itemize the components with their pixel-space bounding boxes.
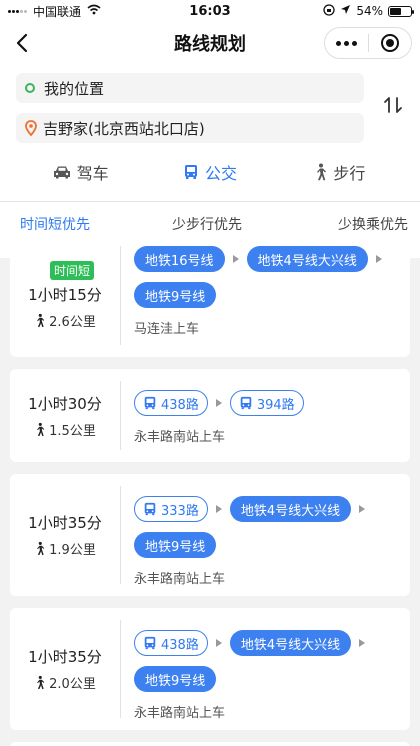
arrow-right-icon [215,399,222,407]
miniprogram-capsule [324,27,412,59]
fastest-badge: 时间短 [49,261,94,280]
carrier-label: 中国联通 [33,4,82,19]
destination-text: 吉野家(北京西站北口店) [43,119,205,138]
bus-icon [144,502,156,516]
swap-button[interactable] [382,94,404,116]
walk-icon [37,541,45,556]
tab-walk[interactable]: 步行 [275,160,404,184]
route-card[interactable]: 1小时30分 1.5公里 438路 394路 永丰路南站上车 [10,369,410,462]
walk-icon [37,313,45,328]
line-chip-subway: 地铁9号线 [134,532,217,558]
arrow-right-icon [215,505,222,513]
walk-distance-text: 2.6公里 [49,315,96,330]
battery-percent: 54% [356,4,383,18]
arrow-right-icon [215,639,222,647]
origin-text: 我的位置 [44,79,105,98]
status-bar: 中国联通 16:03 54% [0,0,420,22]
wifi-icon [87,4,101,18]
signal-icon [8,9,27,13]
tab-drive[interactable]: 驾车 [16,160,145,184]
route-duration: 1小时30分 [28,394,102,413]
line-chip-bus: 438路 [134,630,208,656]
route-search-panel: 我的位置 吉野家(北京西站北口店) 驾车 公交 步行 时间短优先 少步行优先 少… [0,64,420,258]
walk-distance: 1.5公里 [34,420,96,439]
line-chip-subway: 地铁4号线大兴线 [229,496,352,522]
walk-distance-text: 1.9公里 [49,543,96,558]
bus-icon [240,396,252,410]
bus-icon [184,165,197,179]
destination-field[interactable]: 吉野家(北京西站北口店) [16,113,364,143]
route-duration: 1小时15分 [28,286,102,304]
target-icon [380,34,399,52]
bus-icon [144,636,156,650]
line-chip-bus: 438路 [134,390,208,416]
swap-icon [384,97,402,113]
route-card[interactable]: 1小时35分 1.9公里 333路 地铁4号线大兴线 地铁9号线 永丰路南站上车 [10,474,410,596]
close-miniprogram-button[interactable] [369,28,412,58]
route-card[interactable]: 1小时35分 2.0公里 438路 地铁4号线大兴线 地铁9号线 永丰路南站上车 [10,608,410,730]
arrow-right-icon [359,639,366,647]
car-icon [53,166,70,179]
pref-fastest[interactable]: 时间短优先 [20,214,90,234]
boarding-station: 马连洼上车 [134,322,200,337]
battery-icon [388,5,414,17]
line-chip-subway: 地铁4号线大兴线 [246,246,368,272]
route-card[interactable]: 时间短 1小时15分 2.6公里 地铁16号线 地铁4号线大兴线 地铁9号线 马… [10,234,410,357]
walk-distance-text: 2.0公里 [49,677,96,692]
pref-less-walking[interactable]: 少步行优先 [172,214,242,234]
walk-distance: 1.9公里 [34,539,96,558]
travel-mode-tabs: 驾车 公交 步行 [16,153,404,191]
nav-bar: 路线规划 [0,22,420,64]
walk-distance-text: 1.5公里 [49,423,96,439]
pin-icon [25,120,37,136]
page-title: 路线规划 [174,34,246,55]
route-duration: 1小时35分 [28,514,102,532]
origin-field[interactable]: 我的位置 [16,73,364,103]
line-chip-subway: 地铁4号线大兴线 [229,630,352,656]
more-button[interactable] [325,28,368,58]
walk-distance: 2.6公里 [34,311,96,330]
line-chip-subway: 地铁9号线 [134,282,217,308]
walk-icon [37,422,45,436]
more-icon [335,40,357,46]
tab-walk-label: 步行 [333,164,366,183]
boarding-station: 永丰路南站上车 [134,572,226,587]
tab-transit-label: 公交 [204,164,237,183]
route-card-partial[interactable] [10,742,410,746]
line-chip-bus: 333路 [134,496,208,522]
tab-transit[interactable]: 公交 [145,160,274,184]
line-chip-subway: 地铁9号线 [134,666,217,692]
chevron-left-icon [16,33,28,53]
pref-fewer-transfers[interactable]: 少换乘优先 [338,214,408,234]
walk-icon [317,163,327,181]
origin-dot-icon [25,83,35,93]
arrow-right-icon [232,255,239,263]
arrow-right-icon [375,255,382,263]
line-chip-subway: 地铁16号线 [134,246,225,272]
status-time: 16:03 [189,3,231,19]
rotation-lock-icon [323,3,335,19]
route-duration: 1小时35分 [28,648,102,666]
back-button[interactable] [10,30,34,56]
walk-icon [37,675,45,690]
line-chip-bus: 394路 [229,390,304,416]
route-list: 时间短 1小时15分 2.6公里 地铁16号线 地铁4号线大兴线 地铁9号线 马… [10,234,410,746]
boarding-station: 永丰路南站上车 [134,430,226,445]
location-icon [340,4,351,18]
arrow-right-icon [359,505,366,513]
boarding-station: 永丰路南站上车 [134,706,226,721]
walk-distance: 2.0公里 [34,673,96,692]
bus-icon [144,396,156,410]
tab-drive-label: 驾车 [76,164,109,183]
